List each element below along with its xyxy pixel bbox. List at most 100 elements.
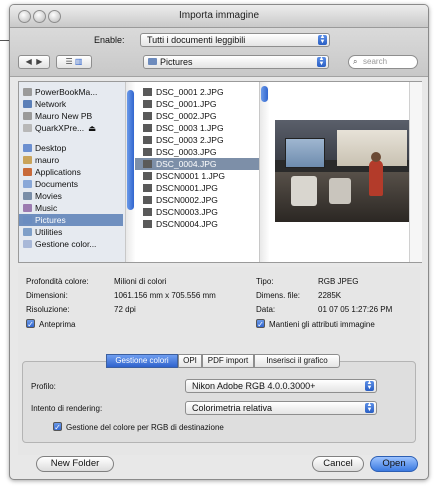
jpeg-file-icon — [143, 220, 152, 228]
list-view-icon[interactable]: ☰ — [66, 57, 73, 66]
sidebar-item[interactable]: Movies — [23, 190, 123, 202]
file-list-item[interactable]: DSC_0001.JPG — [135, 98, 259, 110]
profile-popup[interactable]: Nikon Adobe RGB 4.0.0.3000+ ▲ ▼ — [185, 379, 377, 393]
enable-value: Tutti i documenti leggibili — [147, 35, 246, 45]
file-list-item[interactable]: DSC_0004.JPG — [135, 158, 259, 170]
sidebar-item[interactable]: QuarkXPre... ⏏ — [23, 122, 123, 134]
movies-icon — [23, 192, 32, 200]
sidebar-item-label: Network — [35, 99, 67, 109]
sidebar-item[interactable]: Pictures — [19, 214, 123, 226]
sidebar-item[interactable]: Applications — [23, 166, 123, 178]
home-icon — [23, 156, 32, 164]
sidebar-item[interactable]: Network — [23, 98, 123, 110]
sidebar-scrollbar[interactable] — [125, 82, 135, 262]
search-input[interactable]: ⌕ search — [348, 55, 418, 69]
file-list-scrollbar[interactable] — [259, 82, 269, 262]
preview-checkbox[interactable]: ✓ — [26, 319, 35, 329]
new-folder-button[interactable]: New Folder — [36, 456, 114, 472]
type-value: RGB JPEG — [318, 277, 359, 286]
dims-label: Dimensioni: — [26, 291, 68, 300]
sidebar-item-label: Music — [35, 203, 58, 213]
file-name: DSC_0001.JPG — [156, 99, 217, 109]
file-list-item[interactable]: DSCN0003.JPG — [135, 206, 259, 218]
sidebar-item-label: Gestione color... — [35, 239, 97, 249]
folder-icon — [23, 240, 32, 248]
sidebar-item[interactable]: Desktop — [23, 142, 123, 154]
dims-value: 1061.156 mm x 705.556 mm — [114, 291, 216, 300]
column-view-icon[interactable]: ▥ — [75, 57, 83, 66]
view-mode-buttons[interactable]: ☰ ▥ — [56, 55, 92, 69]
preview-scrollbar[interactable] — [409, 82, 422, 262]
sidebar-item-label: Mauro New PB — [35, 111, 93, 121]
window-title: Importa immagine — [178, 10, 260, 21]
forward-arrow-icon[interactable]: ▶ — [36, 57, 42, 66]
color-management-group: Profilo: Nikon Adobe RGB 4.0.0.3000+ ▲ ▼ … — [22, 361, 416, 443]
location-value: Pictures — [160, 57, 193, 67]
back-forward-buttons[interactable]: ◀ ▶ — [18, 55, 50, 69]
pictures-icon — [23, 216, 32, 224]
file-list-scroll-thumb[interactable] — [261, 86, 268, 102]
intent-label: Intento di rendering: — [31, 404, 103, 413]
file-name: DSC_0001 2.JPG — [156, 87, 224, 97]
disk-image-icon — [23, 124, 32, 132]
size-value: 2285K — [318, 291, 342, 300]
sidebar-item[interactable]: Music — [23, 202, 123, 214]
destination-rgb-checkbox[interactable]: ✓ — [53, 422, 62, 432]
documents-icon — [23, 180, 32, 188]
sidebar-item[interactable]: Utilities — [23, 226, 123, 238]
tab-opi[interactable]: OPI — [178, 354, 202, 368]
sidebar-scroll-thumb[interactable] — [127, 90, 134, 210]
keep-attributes-label: Mantieni gli attributi immagine — [269, 320, 375, 329]
file-list-item[interactable]: DSC_0002.JPG — [135, 110, 259, 122]
sidebar-item-label: Applications — [35, 167, 81, 177]
jpeg-file-icon — [143, 88, 152, 96]
profile-label: Profilo: — [31, 382, 56, 391]
file-list-item[interactable]: DSC_0003.JPG — [135, 146, 259, 158]
keep-attributes-checkbox[interactable]: ✓ — [256, 319, 265, 329]
file-name: DSC_0004.JPG — [156, 159, 217, 169]
enable-popup[interactable]: Tutti i documenti leggibili ▲ ▼ — [140, 33, 330, 47]
jpeg-file-icon — [143, 184, 152, 192]
sidebar-item[interactable]: Gestione color... — [23, 238, 123, 250]
file-list-item[interactable]: DSC_0003 1.JPG — [135, 122, 259, 134]
file-list: DSC_0001 2.JPG DSC_0001.JPG DSC_0002.JPG DS… — [135, 82, 259, 262]
title-bar: Importa immagine — [10, 5, 428, 28]
depth-label: Profondità colore: — [26, 277, 89, 286]
sidebar-item-label: Pictures — [35, 215, 66, 225]
file-list-item[interactable]: DSCN0004.JPG — [135, 218, 259, 230]
preview-pane — [269, 82, 422, 262]
eject-icon[interactable]: ⏏ — [88, 123, 96, 133]
intent-popup[interactable]: Colorimetria relativa ▲ ▼ — [185, 401, 377, 415]
file-name: DSC_0003 1.JPG — [156, 123, 224, 133]
file-name: DSCN0002.JPG — [156, 195, 218, 205]
sidebar-item[interactable]: mauro — [23, 154, 123, 166]
location-popup[interactable]: Pictures ▲ ▼ — [143, 55, 329, 69]
sidebar-item[interactable]: PowerBookMa... — [23, 86, 123, 98]
toolbar: Enable: Tutti i documenti leggibili ▲ ▼ ◀… — [10, 28, 428, 77]
open-button[interactable]: Open — [370, 456, 418, 472]
sidebar-item[interactable]: Mauro New PB — [23, 110, 123, 122]
size-label: Dimens. file: — [256, 291, 301, 300]
jpeg-file-icon — [143, 112, 152, 120]
file-list-item[interactable]: DSCN0001 1.JPG — [135, 170, 259, 182]
file-list-item[interactable]: DSC_0003 2.JPG — [135, 134, 259, 146]
network-icon — [23, 100, 32, 108]
cancel-button[interactable]: Cancel — [312, 456, 364, 472]
file-name: DSC_0002.JPG — [156, 111, 217, 121]
sidebar-item[interactable]: Documents — [23, 178, 123, 190]
music-icon — [23, 204, 32, 212]
tab-pdf-import[interactable]: PDF import — [202, 354, 254, 368]
tab-inserisci-grafico[interactable]: Inserisci il grafico — [254, 354, 340, 368]
profile-value: Nikon Adobe RGB 4.0.0.3000+ — [192, 381, 316, 391]
jpeg-file-icon — [143, 172, 152, 180]
file-name: DSCN0003.JPG — [156, 207, 218, 217]
file-browser: PowerBookMa... Network Mauro New PB QuarkXP… — [18, 81, 422, 263]
jpeg-file-icon — [143, 124, 152, 132]
tab-gestione-colori[interactable]: Gestione colori — [106, 354, 178, 368]
hard-disk-icon — [23, 112, 32, 120]
file-list-item[interactable]: DSCN0001.JPG — [135, 182, 259, 194]
applications-icon — [23, 168, 32, 176]
file-list-item[interactable]: DSCN0002.JPG — [135, 194, 259, 206]
back-arrow-icon[interactable]: ◀ — [26, 57, 32, 66]
file-list-item[interactable]: DSC_0001 2.JPG — [135, 86, 259, 98]
